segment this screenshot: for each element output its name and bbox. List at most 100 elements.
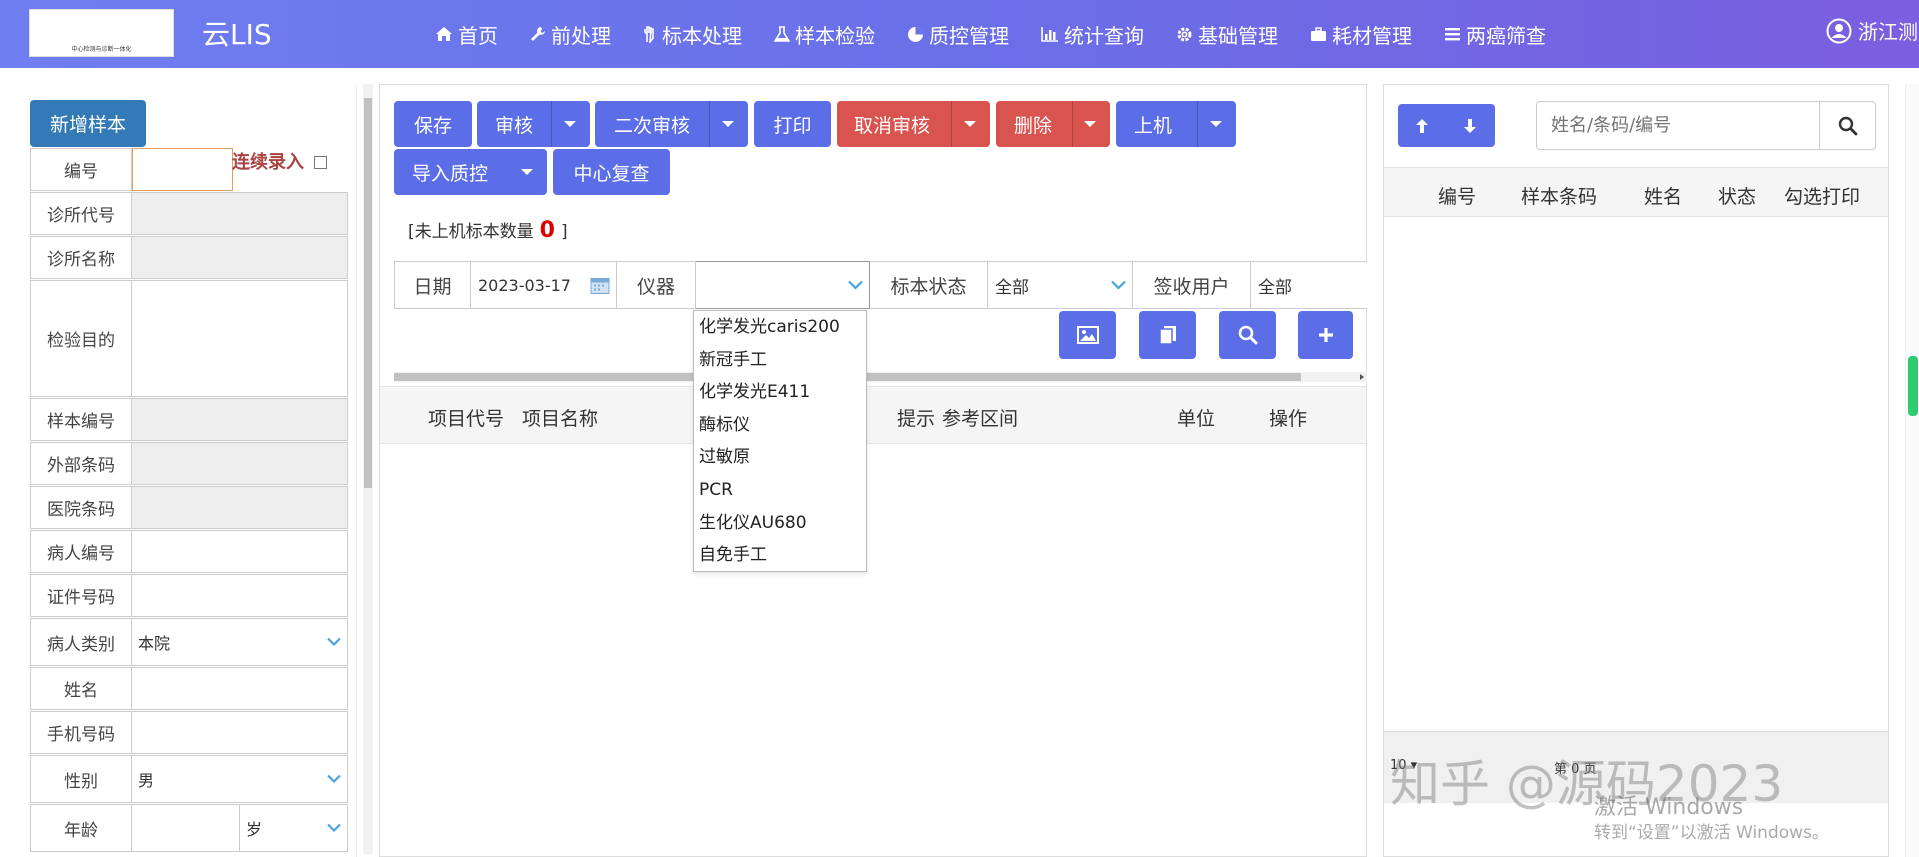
delete-label: 删除 (1014, 114, 1053, 137)
col-item-code: 项目代号 (428, 408, 505, 430)
second-audit-label: 二次审核 (614, 114, 691, 137)
calendar-icon[interactable] (590, 276, 610, 295)
copy-button[interactable] (1139, 311, 1196, 359)
instrument-option[interactable]: 自免手工 (694, 539, 866, 572)
user-icon (1826, 18, 1852, 43)
add-item-button[interactable] (1298, 311, 1353, 359)
arrow-up-icon (1416, 118, 1428, 133)
save-button[interactable]: 保存 (394, 101, 472, 147)
field-label: 年龄 (30, 804, 132, 852)
instrument-option[interactable]: PCR (694, 474, 866, 507)
field-label: 样本编号 (30, 398, 132, 441)
age-unit-select[interactable]: 岁 (240, 804, 348, 852)
unsent-suffix: ] (560, 222, 568, 242)
sample-detail-panel: 保存 审核 二次审核 打印 取消审核 删除 上机 导入质控 中心复查 [未上机标… (379, 84, 1367, 857)
field-row-external-barcode: 外部条码 (30, 442, 348, 485)
search-button[interactable] (1219, 311, 1276, 359)
caret-down-icon[interactable] (564, 121, 576, 127)
top-navbar: 中心检测与诊断一体化 云LIS 首页 前处理 标本处理 样本检验 质控管理 统计… (0, 0, 1919, 68)
sample-search-button[interactable] (1819, 102, 1875, 149)
instrument-option[interactable]: 化学发光E411 (694, 376, 866, 409)
field-row-test-purpose: 检验目的 (30, 280, 348, 397)
second-audit-button[interactable]: 二次审核 (595, 101, 748, 147)
instrument-option[interactable]: 生化仪AU680 (694, 507, 866, 540)
caret-down-icon[interactable] (1210, 121, 1222, 127)
instrument-option[interactable]: 过敏原 (694, 441, 866, 474)
external-barcode-input[interactable] (132, 442, 348, 485)
image-button[interactable] (1059, 311, 1116, 359)
chevron-down-icon (327, 774, 341, 784)
nav-preprocess[interactable]: 前处理 (530, 20, 611, 49)
instrument-select[interactable] (696, 261, 870, 309)
field-row-id-number: 证件号码 (30, 574, 348, 617)
audit-button[interactable]: 审核 (477, 101, 590, 147)
sample-form-panel: 新增样本 编号 连续录入 诊所代号 诊所名称 检验目的 样本编号 外部条码 医院… (14, 84, 357, 857)
import-qc-button[interactable]: 导入质控 (394, 149, 547, 195)
col-name: 姓名 (1644, 186, 1683, 208)
caret-down-icon[interactable] (521, 169, 533, 175)
instrument-option[interactable]: 化学发光caris200 (694, 311, 866, 344)
search-icon (1838, 116, 1857, 135)
field-row-hospital-barcode: 医院条码 (30, 486, 348, 529)
nav-consumables[interactable]: 耗材管理 (1310, 20, 1412, 49)
plus-icon (1318, 328, 1333, 342)
test-purpose-textarea[interactable] (132, 280, 348, 397)
date-input[interactable]: 2023-03-17 (471, 261, 617, 309)
user-menu[interactable]: 浙江测 (1826, 16, 1918, 45)
col-reference-range: 参考区间 (942, 408, 1019, 430)
continuous-entry-checkbox[interactable] (314, 156, 327, 169)
nav-stats[interactable]: 统计查询 (1041, 20, 1144, 49)
instrument-option[interactable]: 新冠手工 (694, 344, 866, 377)
nav-base[interactable]: 基础管理 (1176, 20, 1278, 49)
nav-consumables-label: 耗材管理 (1332, 23, 1412, 48)
delete-button[interactable]: 删除 (996, 101, 1110, 147)
field-label: 病人类别 (30, 618, 132, 666)
field-row-sample-number: 样本编号 (30, 398, 348, 441)
age-unit-value: 岁 (246, 820, 263, 839)
gender-select[interactable]: 男 (132, 755, 348, 803)
page-scrollbar[interactable] (1905, 84, 1919, 857)
upload-button[interactable]: 上机 (1116, 101, 1236, 147)
patient-type-value: 本院 (138, 634, 171, 653)
age-input[interactable] (132, 804, 240, 852)
horizontal-scrollbar[interactable] (394, 372, 1367, 382)
sample-number-input[interactable] (132, 398, 348, 441)
arrow-right-icon[interactable] (1359, 374, 1365, 380)
instrument-option[interactable]: 酶标仪 (694, 409, 866, 442)
continuous-entry-label: 连续录入 (232, 152, 304, 173)
left-panel-scrollbar[interactable] (363, 84, 373, 854)
move-down-button[interactable] (1446, 104, 1494, 147)
receive-user-select[interactable]: 全部 (1251, 261, 1367, 309)
cancel-audit-button[interactable]: 取消审核 (837, 101, 990, 147)
clinic-name-input[interactable] (132, 236, 348, 279)
phone-input[interactable] (132, 711, 348, 754)
scrollbar-thumb[interactable] (1908, 356, 1918, 416)
app-title: 云LIS (202, 18, 272, 51)
unsent-count: [未上机标本数量 0 ] (408, 217, 568, 243)
name-input[interactable] (132, 667, 348, 710)
new-sample-button[interactable]: 新增样本 (30, 100, 146, 147)
move-up-button[interactable] (1398, 104, 1446, 147)
number-input[interactable] (132, 148, 233, 191)
sample-search-input[interactable] (1537, 102, 1819, 149)
flask-icon (774, 25, 790, 42)
nav-screening[interactable]: 两癌筛查 (1444, 20, 1546, 49)
specimen-status-select[interactable]: 全部 (988, 261, 1133, 309)
nav-specimen[interactable]: 标本处理 (643, 20, 742, 49)
nav-qc[interactable]: 质控管理 (907, 20, 1009, 49)
center-review-button[interactable]: 中心复查 (553, 149, 670, 195)
nav-home[interactable]: 首页 (435, 20, 498, 49)
caret-down-icon[interactable] (1084, 121, 1096, 127)
patient-number-input[interactable] (132, 530, 348, 573)
print-button[interactable]: 打印 (754, 101, 831, 147)
patient-type-select[interactable]: 本院 (132, 618, 348, 666)
caret-down-icon[interactable] (964, 121, 976, 127)
clinic-code-input[interactable] (132, 192, 348, 235)
id-number-input[interactable] (132, 574, 348, 617)
nav-sample-test[interactable]: 样本检验 (774, 20, 875, 49)
field-label: 检验目的 (30, 280, 132, 397)
scrollbar-thumb[interactable] (364, 98, 372, 488)
caret-down-icon[interactable] (722, 121, 734, 127)
hospital-barcode-input[interactable] (132, 486, 348, 529)
logo-text: 中心检测与诊断一体化 (71, 46, 132, 53)
